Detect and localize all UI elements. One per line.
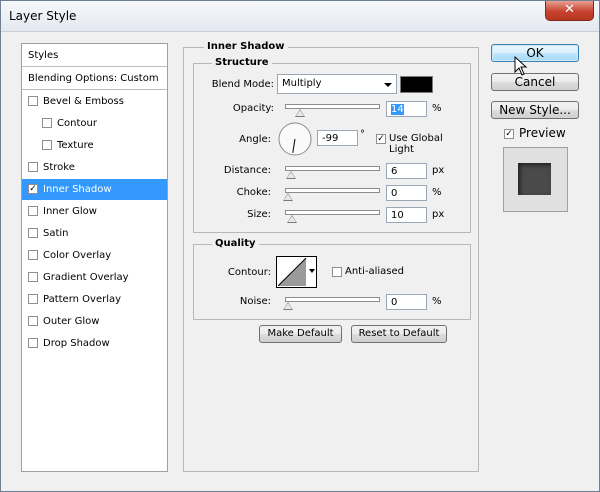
style-item-checkbox[interactable]: ✓ bbox=[28, 184, 38, 194]
style-item-label: Stroke bbox=[43, 162, 75, 173]
chevron-down-icon bbox=[384, 83, 392, 87]
noise-unit: % bbox=[432, 296, 442, 307]
style-item-color-overlay[interactable]: Color Overlay bbox=[22, 245, 167, 266]
cancel-button[interactable]: Cancel bbox=[491, 73, 579, 91]
style-item-label: Satin bbox=[43, 228, 69, 239]
quality-group: Quality Contour: Anti-aliased Noise: 0 % bbox=[193, 238, 471, 320]
style-item-label: Drop Shadow bbox=[43, 338, 110, 349]
distance-input[interactable]: 6 bbox=[386, 163, 427, 179]
noise-slider-handle[interactable] bbox=[283, 302, 293, 310]
style-item-checkbox[interactable] bbox=[28, 228, 38, 238]
distance-slider[interactable] bbox=[285, 166, 380, 171]
style-item-label: Inner Glow bbox=[43, 206, 97, 217]
style-item-label: Bevel & Emboss bbox=[43, 96, 124, 107]
contour-label: Contour: bbox=[227, 267, 271, 278]
size-unit: px bbox=[432, 209, 445, 220]
choke-label: Choke: bbox=[236, 187, 271, 198]
style-item-pattern-overlay[interactable]: Pattern Overlay bbox=[22, 289, 167, 310]
style-item-checkbox[interactable] bbox=[28, 250, 38, 260]
use-global-light-checkbox[interactable]: ✓ bbox=[376, 134, 386, 144]
reset-to-default-button[interactable]: Reset to Default bbox=[351, 325, 447, 343]
style-item-label: Pattern Overlay bbox=[43, 294, 122, 305]
contour-picker[interactable] bbox=[276, 256, 317, 288]
structure-title: Structure bbox=[212, 57, 272, 68]
opacity-slider-handle[interactable] bbox=[295, 109, 306, 117]
style-item-checkbox[interactable] bbox=[42, 118, 52, 128]
styles-header[interactable]: Styles bbox=[22, 45, 167, 67]
style-item-checkbox[interactable] bbox=[28, 162, 38, 172]
structure-group: Structure Blend Mode: Multiply Opacity: … bbox=[193, 57, 471, 233]
style-item-texture[interactable]: Texture bbox=[22, 135, 167, 156]
blending-options[interactable]: Blending Options: Custom bbox=[22, 68, 167, 90]
quality-title: Quality bbox=[212, 238, 259, 249]
size-slider-handle[interactable] bbox=[287, 215, 298, 223]
anti-aliased-label: Anti-aliased bbox=[345, 266, 405, 277]
new-style-button[interactable]: New Style... bbox=[491, 101, 579, 119]
noise-slider[interactable] bbox=[285, 297, 380, 302]
noise-input[interactable]: 0 bbox=[386, 294, 427, 310]
size-slider[interactable] bbox=[285, 210, 380, 215]
style-item-inner-glow[interactable]: Inner Glow bbox=[22, 201, 167, 222]
blend-mode-label: Blend Mode: bbox=[211, 79, 274, 90]
close-button[interactable]: ✕ bbox=[545, 1, 594, 21]
chevron-down-icon bbox=[309, 269, 315, 273]
ok-button[interactable]: OK bbox=[491, 44, 579, 62]
style-item-stroke[interactable]: Stroke bbox=[22, 157, 167, 178]
title-bar[interactable]: Layer Style ✕ bbox=[1, 1, 599, 32]
make-default-button[interactable]: Make Default bbox=[259, 325, 342, 343]
style-item-checkbox[interactable] bbox=[42, 140, 52, 150]
style-item-checkbox[interactable] bbox=[28, 96, 38, 106]
style-item-checkbox[interactable] bbox=[28, 316, 38, 326]
window-title: Layer Style bbox=[9, 9, 77, 23]
style-item-checkbox[interactable] bbox=[28, 294, 38, 304]
preview-checkbox[interactable]: ✓ bbox=[504, 129, 514, 139]
size-label: Size: bbox=[247, 209, 271, 220]
layer-style-dialog: Layer Style ✕ Styles Blending Options: C… bbox=[0, 0, 600, 492]
choke-slider-handle[interactable] bbox=[283, 193, 293, 201]
size-input[interactable]: 10 bbox=[386, 207, 427, 223]
angle-input[interactable]: -99 bbox=[317, 130, 358, 146]
style-item-satin[interactable]: Satin bbox=[22, 223, 167, 244]
mouse-pointer-icon bbox=[514, 56, 528, 76]
style-item-checkbox[interactable] bbox=[28, 338, 38, 348]
distance-unit: px bbox=[432, 165, 445, 176]
preview-swatch bbox=[518, 163, 551, 195]
style-item-drop-shadow[interactable]: Drop Shadow bbox=[22, 333, 167, 354]
opacity-unit: % bbox=[432, 103, 442, 114]
style-item-label: Inner Shadow bbox=[43, 184, 112, 195]
angle-label: Angle: bbox=[239, 134, 271, 145]
choke-slider[interactable] bbox=[285, 188, 380, 193]
style-item-outer-glow[interactable]: Outer Glow bbox=[22, 311, 167, 332]
shadow-color-swatch[interactable] bbox=[400, 76, 433, 93]
opacity-input[interactable]: 14 bbox=[386, 101, 427, 117]
blend-mode-select[interactable]: Multiply bbox=[277, 74, 397, 94]
style-item-label: Gradient Overlay bbox=[43, 272, 129, 283]
style-item-gradient-overlay[interactable]: Gradient Overlay bbox=[22, 267, 167, 288]
anti-aliased-checkbox[interactable] bbox=[332, 267, 342, 277]
inner-shadow-panel: Inner Shadow Structure Blend Mode: Multi… bbox=[183, 41, 479, 472]
preview-label: Preview bbox=[519, 126, 566, 140]
style-item-inner-shadow[interactable]: ✓ Inner Shadow bbox=[22, 179, 167, 200]
distance-label: Distance: bbox=[223, 165, 271, 176]
degree-unit: ° bbox=[360, 129, 365, 140]
style-item-contour[interactable]: Contour bbox=[22, 113, 167, 134]
choke-input[interactable]: 0 bbox=[386, 185, 427, 201]
use-global-light-label: Use Global Light bbox=[389, 133, 443, 155]
style-item-label: Texture bbox=[57, 140, 94, 151]
contour-curve-icon bbox=[278, 258, 307, 286]
style-item-label: Color Overlay bbox=[43, 250, 112, 261]
noise-label: Noise: bbox=[239, 296, 271, 307]
distance-slider-handle[interactable] bbox=[285, 171, 296, 179]
style-item-bevel-emboss[interactable]: Bevel & Emboss bbox=[22, 91, 167, 112]
style-item-checkbox[interactable] bbox=[28, 272, 38, 282]
section-title: Inner Shadow bbox=[204, 41, 288, 52]
style-item-checkbox[interactable] bbox=[28, 206, 38, 216]
preview-thumbnail bbox=[503, 147, 568, 212]
angle-dial[interactable] bbox=[277, 121, 313, 157]
choke-unit: % bbox=[432, 187, 442, 198]
style-item-label: Outer Glow bbox=[43, 316, 100, 327]
opacity-label: Opacity: bbox=[232, 103, 274, 114]
styles-list: Styles Blending Options: Custom Bevel & … bbox=[21, 43, 168, 472]
style-item-label: Contour bbox=[57, 118, 97, 129]
